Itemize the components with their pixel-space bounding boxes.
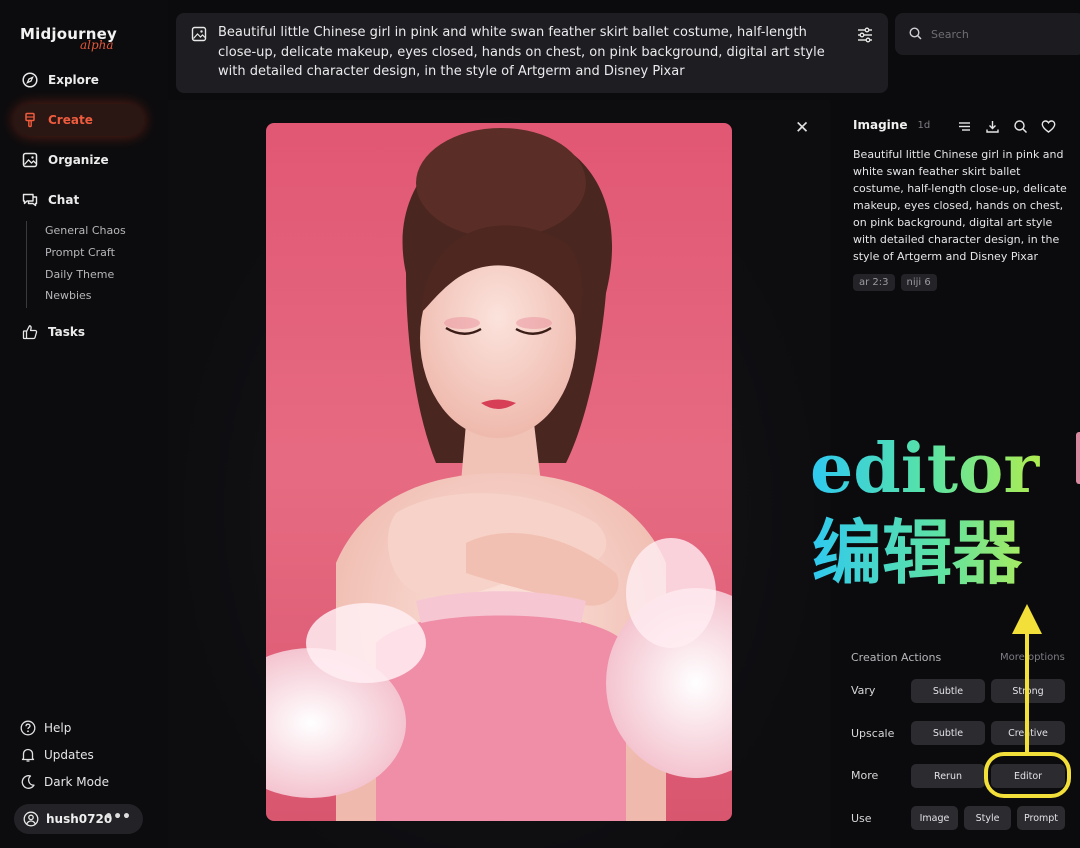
rerun-button[interactable]: Rerun bbox=[911, 764, 985, 788]
list-icon[interactable] bbox=[957, 119, 972, 138]
job-type: Imagine bbox=[853, 118, 908, 132]
updates-link[interactable]: Updates bbox=[20, 745, 94, 765]
help-label: Help bbox=[44, 721, 72, 735]
chat-room-daily-theme[interactable]: Daily Theme bbox=[45, 265, 146, 287]
editor-button[interactable]: Editor bbox=[991, 764, 1065, 788]
use-style-button[interactable]: Style bbox=[964, 806, 1011, 830]
updates-label: Updates bbox=[44, 748, 94, 762]
vary-label: Vary bbox=[851, 684, 876, 697]
creation-actions-heading: Creation Actions bbox=[851, 651, 942, 664]
dark-mode-toggle[interactable]: Dark Mode bbox=[20, 772, 109, 792]
more-options-link[interactable]: More options bbox=[1000, 652, 1065, 663]
download-icon[interactable] bbox=[985, 119, 1000, 138]
nav-chat[interactable]: Chat bbox=[14, 184, 144, 216]
chat-room-newbies[interactable]: Newbies bbox=[45, 286, 146, 308]
nav-organize[interactable]: Organize bbox=[14, 144, 144, 176]
logo-sub: alpha bbox=[80, 38, 114, 52]
image-prompt-icon[interactable] bbox=[191, 26, 207, 49]
upscale-subtle-button[interactable]: Subtle bbox=[911, 721, 985, 745]
vary-subtle-button[interactable]: Subtle bbox=[911, 679, 985, 703]
close-viewer-button[interactable]: ✕ bbox=[795, 118, 809, 138]
app-logo[interactable]: Midjourney alpha bbox=[20, 24, 117, 52]
image-icon bbox=[22, 152, 38, 168]
compass-icon bbox=[22, 72, 38, 88]
user-account[interactable]: hush0720 ••• bbox=[14, 804, 143, 834]
use-prompt-button[interactable]: Prompt bbox=[1017, 806, 1065, 830]
chat-room-prompt-craft[interactable]: Prompt Craft bbox=[45, 243, 146, 265]
upscale-creative-button[interactable]: Creative bbox=[991, 721, 1065, 745]
nav-label: Explore bbox=[48, 73, 99, 87]
chat-room-general-chaos[interactable]: General Chaos bbox=[45, 221, 146, 243]
job-toolbar bbox=[957, 119, 1056, 138]
param-tag-model[interactable]: niji 6 bbox=[900, 274, 937, 291]
nav-tasks[interactable]: Tasks bbox=[14, 316, 144, 348]
sidebar: Midjourney alpha Explore Create Organize… bbox=[0, 0, 168, 848]
heart-icon[interactable] bbox=[1041, 119, 1056, 138]
username: hush0720 bbox=[46, 812, 113, 826]
user-menu-button[interactable]: ••• bbox=[104, 809, 131, 825]
nav-explore[interactable]: Explore bbox=[14, 64, 144, 96]
param-tag-aspect[interactable]: ar 2:3 bbox=[853, 274, 895, 291]
nav-label: Tasks bbox=[48, 325, 86, 339]
more-label: More bbox=[851, 769, 879, 782]
job-age: 1d bbox=[917, 119, 931, 131]
chat-icon bbox=[22, 192, 38, 208]
arrow-head bbox=[1012, 604, 1042, 634]
use-image-button[interactable]: Image bbox=[911, 806, 958, 830]
annotation-editor-en: editor bbox=[810, 428, 1070, 510]
bell-icon bbox=[20, 747, 36, 763]
thumbs-up-icon bbox=[22, 324, 38, 340]
edge-handle[interactable] bbox=[1076, 432, 1080, 484]
annotation-editor-cn: 编辑器 bbox=[812, 511, 1072, 595]
nav-label: Organize bbox=[48, 153, 109, 167]
prompt-text[interactable]: Beautiful little Chinese girl in pink an… bbox=[218, 25, 825, 79]
nav-create[interactable]: Create bbox=[14, 104, 144, 136]
nav-label: Chat bbox=[48, 193, 80, 207]
help-link[interactable]: Help bbox=[20, 718, 71, 738]
prompt-bar[interactable]: Beautiful little Chinese girl in pink an… bbox=[176, 13, 888, 93]
generated-image[interactable] bbox=[266, 123, 732, 821]
help-icon bbox=[20, 720, 36, 736]
search-icon bbox=[909, 25, 922, 44]
search-box[interactable] bbox=[895, 13, 1080, 55]
param-tags: ar 2:3 niji 6 bbox=[853, 274, 937, 291]
upscale-label: Upscale bbox=[851, 727, 895, 740]
chat-room-list: General Chaos Prompt Craft Daily Theme N… bbox=[26, 221, 146, 309]
nav-label: Create bbox=[48, 113, 93, 127]
settings-sliders-icon[interactable] bbox=[856, 26, 874, 51]
search-similar-icon[interactable] bbox=[1013, 119, 1028, 138]
job-prompt[interactable]: Beautiful little Chinese girl in pink an… bbox=[853, 146, 1067, 265]
user-avatar-icon bbox=[23, 811, 39, 827]
vary-strong-button[interactable]: Strong bbox=[991, 679, 1065, 703]
job-header: Imagine 1d bbox=[853, 118, 930, 132]
brush-icon bbox=[22, 112, 38, 128]
moon-icon bbox=[20, 774, 36, 790]
search-input[interactable] bbox=[931, 27, 1061, 41]
use-label: Use bbox=[851, 812, 872, 825]
dark-mode-label: Dark Mode bbox=[44, 775, 109, 789]
